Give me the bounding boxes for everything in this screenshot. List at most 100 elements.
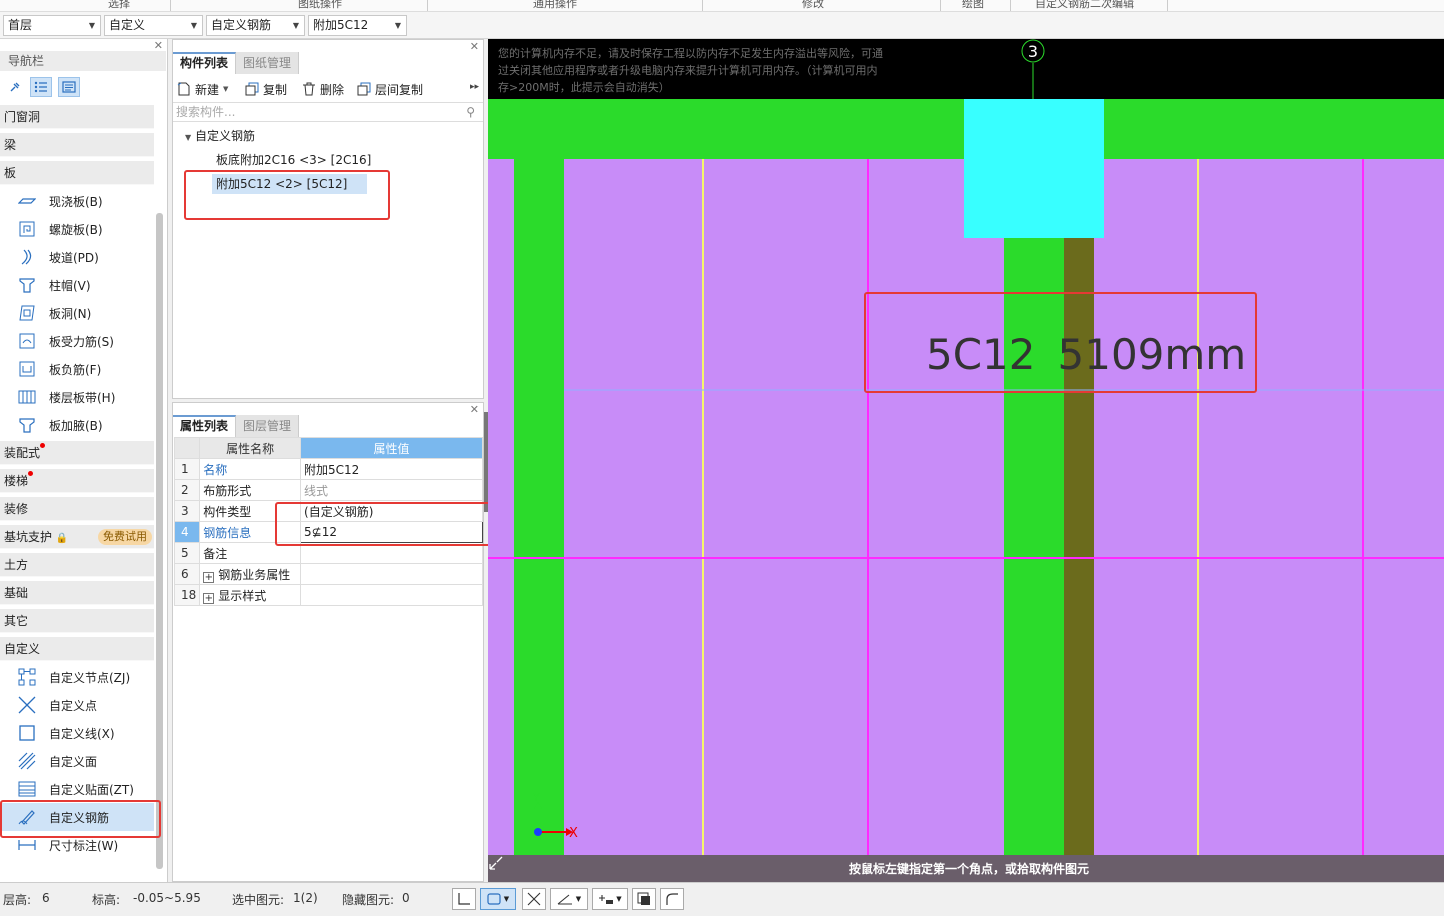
table-row[interactable]: 18 + 显示样式 [173, 584, 483, 606]
tab-component-list[interactable]: 构件列表 [173, 52, 237, 74]
nav-cat-earthwork[interactable]: 土方 [0, 553, 154, 577]
selected-label: 选中图元: [232, 893, 285, 907]
nav-item-slab-main-rebar[interactable]: 板受力筋(S) [0, 327, 154, 355]
beam-vertical-left[interactable] [514, 99, 564, 882]
copy-button[interactable]: 复制 [245, 78, 287, 100]
nav-cat-door-window[interactable]: 门窗洞 [0, 105, 154, 129]
component-search-input[interactable]: 搜索构件... ⚲ [173, 102, 483, 122]
drawing-canvas[interactable]: 3 5C12 5109mm X Y 您的计算机内存不足，请及时保存工程以防内存不足… [488, 39, 1444, 882]
lock-icon: 🔒 [55, 533, 69, 544]
nav-item-custom-line[interactable]: 自定义线(X) [0, 719, 154, 747]
cross-select-button[interactable] [522, 888, 546, 910]
nav-item-column-cap[interactable]: 柱帽(V) [0, 271, 154, 299]
nav-cat-foundation[interactable]: 基础 [0, 581, 154, 605]
tab-layer-management[interactable]: 图层管理 [236, 415, 300, 437]
detail-view-icon[interactable] [58, 77, 80, 97]
menu-drawing-ops[interactable]: 图纸操作 [298, 0, 342, 11]
select-rect-button[interactable]: ▼ [480, 888, 516, 910]
status-bar: 层高: 6 标高: -0.05~5.95 选中图元: 1(2) 隐藏图元: 0 … [0, 882, 1444, 916]
nav-item-spiral-slab[interactable]: 螺旋板(B) [0, 215, 154, 243]
nav-cat-stair[interactable]: 楼梯 [0, 469, 154, 493]
component-select[interactable]: 附加5C12 ▼ [308, 15, 407, 36]
tab-property-list[interactable]: 属性列表 [173, 415, 237, 437]
floor-select[interactable]: 首层 ▼ [3, 15, 101, 36]
expand-plus-icon[interactable]: + [203, 571, 215, 583]
row-value[interactable]: 附加5C12 [300, 458, 483, 480]
highlight-box [864, 292, 1257, 393]
nav-scrollbar[interactable] [156, 213, 163, 869]
row-index: 18 [173, 584, 201, 606]
curve-button[interactable] [660, 888, 684, 910]
pin-icon[interactable] [4, 77, 26, 97]
nav-cat-beam[interactable]: 梁 [0, 133, 154, 157]
column[interactable] [964, 99, 1104, 238]
nav-item-label: 坡道(PD) [49, 250, 99, 265]
copy-button-label: 复制 [263, 82, 288, 97]
nav-item-slab-neg-rebar[interactable]: 板负筋(F) [0, 355, 154, 383]
table-row[interactable]: 6 + 钢筋业务属性 [173, 563, 483, 585]
row-name[interactable]: + 显示样式 [199, 584, 302, 606]
free-trial-badge[interactable]: 免费试用 [98, 529, 152, 545]
ortho-icon [458, 893, 470, 905]
nav-item-label: 尺寸标注(W) [49, 838, 119, 853]
snap-button[interactable]: ▼ [592, 888, 628, 910]
drawing-svg: 3 5C12 5109mm X Y [488, 39, 1444, 882]
elevation-value: -0.05~5.95 [133, 891, 201, 905]
layer-button[interactable] [632, 888, 656, 910]
menu-draw[interactable]: 绘图 [962, 0, 984, 11]
hidden-label: 隐藏图元: [342, 893, 395, 907]
row-index: 4 [173, 521, 201, 543]
expand-icon[interactable]: ▼ [185, 133, 191, 142]
search-icon[interactable]: ⚲ [466, 103, 475, 121]
menu-custom-rebar-edit[interactable]: 自定义钢筋二次编辑 [1035, 0, 1134, 11]
nav-item-floor-slab-band[interactable]: 楼层板带(H) [0, 383, 154, 411]
menu-modify[interactable]: 修改 [802, 0, 824, 11]
list-view-icon[interactable] [30, 77, 52, 97]
nav-item-slab-hole[interactable]: 板洞(N) [0, 299, 154, 327]
nav-cat-decoration[interactable]: 装修 [0, 497, 154, 521]
menu-common-ops[interactable]: 通用操作 [533, 0, 577, 11]
expand-plus-icon[interactable]: + [203, 592, 215, 604]
nav-cat-assembly[interactable]: 装配式 [0, 441, 154, 465]
nav-item-custom-node[interactable]: 自定义节点(ZJ) [0, 663, 154, 691]
menu-select[interactable]: 选择 [108, 0, 130, 11]
search-placeholder: 搜索构件... [176, 105, 236, 119]
nav-item-custom-point[interactable]: 自定义点 [0, 691, 154, 719]
ortho-button[interactable] [452, 888, 476, 910]
table-row[interactable]: 1 名称 附加5C12 [173, 458, 483, 480]
nav-item-cast-slab[interactable]: 现浇板(B) [0, 187, 154, 215]
column-cap-icon [17, 276, 37, 294]
floor-copy-button[interactable]: 层间复制 [357, 78, 423, 100]
type-select[interactable]: 自定义钢筋 ▼ [206, 15, 305, 36]
dimension-icon [17, 836, 37, 854]
nav-cat-pit-support[interactable]: 基坑支护 🔒 免费试用 [0, 525, 154, 549]
nav-cat-slab[interactable]: 板 [0, 161, 154, 185]
close-icon[interactable]: ✕ [470, 403, 479, 416]
nav-item-custom-face[interactable]: 自定义面 [0, 747, 154, 775]
category-select[interactable]: 自定义 ▼ [104, 15, 203, 36]
tree-item[interactable]: 板底附加2C16 <3> [2C16] [216, 150, 371, 170]
nav-item-label: 板洞(N) [49, 306, 92, 321]
nav-cat-custom[interactable]: 自定义 [0, 637, 154, 661]
delete-button[interactable]: 删除 [302, 78, 344, 100]
angle-button[interactable]: ▼ [550, 888, 588, 910]
trash-icon [302, 82, 316, 96]
row-value[interactable]: 线式 [300, 479, 483, 501]
table-row[interactable]: 2 布筋形式 线式 [173, 479, 483, 501]
nav-item-custom-surface[interactable]: 自定义贴面(ZT) [0, 775, 154, 803]
row-name: 名称 [199, 458, 302, 480]
more-icon[interactable]: ▸▸ [470, 82, 479, 92]
nav-cat-other[interactable]: 其它 [0, 609, 154, 633]
curve-icon [666, 893, 678, 905]
nav-item-ramp[interactable]: 坡道(PD) [0, 243, 154, 271]
new-button[interactable]: 新建 ▼ [177, 78, 228, 100]
tab-drawing-management[interactable]: 图纸管理 [236, 52, 300, 74]
row-name[interactable]: + 钢筋业务属性 [199, 563, 302, 585]
close-icon[interactable]: ✕ [470, 40, 479, 53]
nav-item-slab-haunch[interactable]: 板加腋(B) [0, 411, 154, 439]
tree-root[interactable]: ▼ 自定义钢筋 [185, 126, 255, 148]
delete-button-label: 删除 [320, 82, 345, 97]
axis-y-label: Y [532, 791, 540, 804]
highlight-box [184, 170, 390, 220]
slab-band-icon [17, 388, 37, 406]
